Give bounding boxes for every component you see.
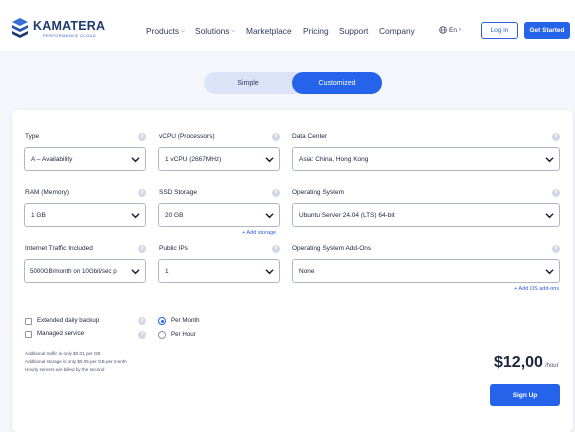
type-label: Type (25, 133, 40, 140)
help-icon[interactable]: ? (552, 189, 560, 197)
brand-name: KAMATERA (33, 19, 106, 33)
nav-company[interactable]: Company (379, 26, 415, 36)
chevron-down-icon (265, 213, 274, 219)
backup-label: Extended daily backup (37, 317, 100, 324)
mode-customized-tab[interactable]: Customized (292, 72, 382, 94)
per-month-radio[interactable] (158, 317, 166, 325)
chevron-down-icon (131, 268, 140, 275)
help-icon[interactable]: ? (138, 189, 146, 197)
price-unit: /hour (544, 363, 559, 369)
help-icon[interactable]: ? (272, 245, 280, 253)
note-traffic: Additional traffic is only $0.01 per GB (25, 351, 101, 356)
add-os-addons-link[interactable]: + Add OS add-ons (514, 286, 559, 292)
vcpu-select[interactable]: 1 vCPU (2667MHz) (158, 147, 280, 171)
mode-toggle: Simple Customized (204, 72, 382, 94)
ssd-label: SSD Storage (159, 189, 197, 196)
price-display: $12,00 /hour (494, 354, 559, 372)
nav-solutions-label: Solutions (195, 26, 230, 36)
ssd-value: 20 GB (165, 211, 184, 219)
nav-marketplace[interactable]: Marketplace (246, 26, 292, 36)
kamatera-logo[interactable]: KAMATERA PERFORMANCE CLOUD (10, 17, 120, 41)
help-icon[interactable]: ? (552, 245, 560, 253)
language-label: En (449, 26, 457, 34)
chevron-down-icon (545, 157, 554, 163)
chevron-down-icon (545, 213, 554, 219)
ram-select[interactable]: 1 GB (24, 203, 146, 227)
os-value: Ubuntu Server 24.04 (LTS) 64-bit (299, 211, 395, 219)
managed-service-label: Managed service (37, 330, 85, 337)
datacenter-value: Asia: China, Hong Kong (299, 155, 369, 163)
chevron-down-icon (131, 157, 140, 163)
ram-value: 1 GB (31, 211, 46, 219)
site-header: KAMATERA PERFORMANCE CLOUD Products ⌵ So… (0, 0, 575, 52)
help-icon[interactable]: ? (138, 133, 146, 141)
managed-service-checkbox[interactable] (25, 331, 32, 338)
server-config-card: Type ? A – Availability vCPU (Processors… (12, 110, 573, 432)
ssd-select[interactable]: 20 GB (158, 203, 280, 227)
logo-icon (12, 18, 28, 38)
os-addons-select[interactable]: None (292, 259, 560, 283)
chevron-down-icon (265, 157, 274, 163)
price-amount: $12,00 (494, 354, 543, 371)
globe-icon (439, 26, 447, 34)
chevron-right-icon: › (458, 27, 461, 33)
ram-label: RAM (Memory) (25, 189, 70, 196)
nav-company-label: Company (379, 26, 415, 36)
datacenter-select[interactable]: Asia: China, Hong Kong (292, 147, 560, 171)
language-selector[interactable]: En › (439, 26, 461, 34)
public-ips-value: 1 (165, 267, 169, 275)
os-select[interactable]: Ubuntu Server 24.04 (LTS) 64-bit (292, 203, 560, 227)
type-select[interactable]: A – Availability (24, 147, 146, 171)
note-storage: Additional storage is only $0.05 per GB … (25, 359, 127, 364)
datacenter-label: Data Center (292, 133, 328, 140)
nav-pricing[interactable]: Pricing (303, 26, 329, 36)
chevron-down-icon: ⌵ (231, 28, 236, 34)
add-storage-link[interactable]: + Add storage (242, 230, 276, 236)
help-icon[interactable]: ? (272, 133, 280, 141)
nav-marketplace-label: Marketplace (246, 26, 292, 36)
get-started-button[interactable]: Get Started (524, 22, 570, 39)
traffic-value: 5000GB/month on 10Gbit/sec p (30, 267, 117, 275)
mode-simple-tab[interactable]: Simple (204, 72, 292, 94)
traffic-label: Internet Traffic Included (25, 245, 93, 252)
nav-products[interactable]: Products ⌵ (146, 26, 185, 36)
note-hourly: Hourly servers are billed by the second (25, 367, 105, 372)
chevron-down-icon (265, 269, 274, 275)
chevron-down-icon (131, 213, 140, 219)
chevron-down-icon: ⌵ (181, 28, 185, 34)
sign-up-button[interactable]: Sign Up (490, 384, 560, 406)
os-addons-value: None (299, 267, 315, 275)
chevron-down-icon (545, 269, 554, 275)
traffic-select[interactable]: 5000GB/month on 10Gbit/sec p (24, 259, 146, 283)
backup-checkbox[interactable] (25, 318, 32, 325)
nav-pricing-label: Pricing (303, 26, 329, 36)
os-addons-label: Operating System Add-Ons (292, 245, 372, 252)
public-ips-select[interactable]: 1 (158, 259, 280, 283)
vcpu-value: 1 vCPU (2667MHz) (165, 155, 222, 163)
type-value: A – Availability (31, 155, 73, 163)
os-label: Operating System (292, 189, 345, 196)
nav-products-label: Products (146, 26, 180, 36)
nav-support-label: Support (339, 26, 369, 36)
public-ips-label: Public IPs (159, 245, 188, 252)
help-icon[interactable]: ? (138, 317, 146, 325)
help-icon[interactable]: ? (552, 133, 560, 141)
per-hour-radio[interactable] (158, 331, 166, 339)
help-icon[interactable]: ? (138, 331, 146, 339)
help-icon[interactable]: ? (138, 245, 146, 253)
login-button[interactable]: Log in (481, 22, 518, 39)
brand-tagline: PERFORMANCE CLOUD (43, 33, 97, 38)
nav-solutions[interactable]: Solutions ⌵ (195, 26, 235, 36)
help-icon[interactable]: ? (272, 189, 280, 197)
per-month-label: Per Month (171, 317, 200, 324)
nav-support[interactable]: Support (339, 26, 368, 36)
vcpu-label: vCPU (Processors) (159, 133, 215, 140)
per-hour-label: Per Hour (171, 331, 196, 338)
